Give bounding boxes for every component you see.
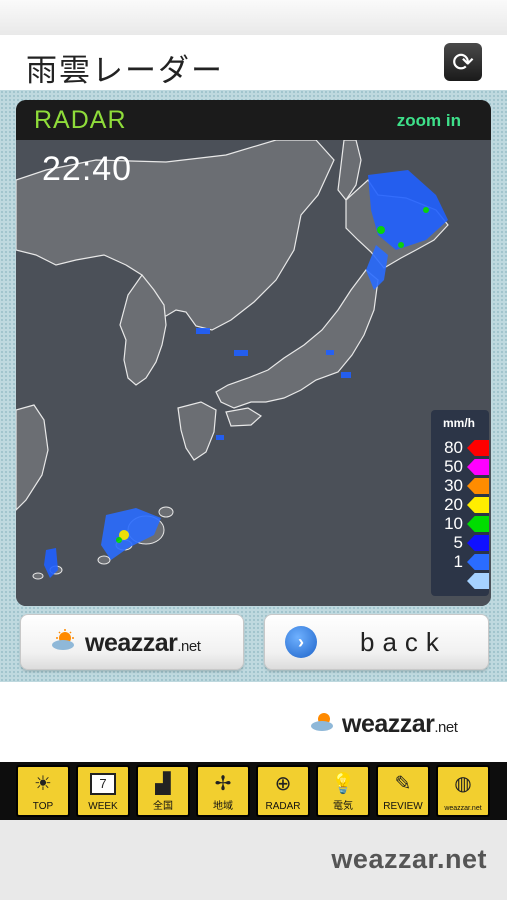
bulb-icon: 💡	[330, 773, 356, 795]
nav-item-review[interactable]: ✎ REVIEW	[376, 765, 430, 817]
legend-row: 30	[431, 476, 489, 496]
hokkaido-icon: ✢	[214, 773, 232, 795]
radar-toolbar: RADAR zoom in	[16, 100, 491, 140]
nav-label: RADAR	[265, 801, 301, 812]
status-strip	[0, 0, 507, 35]
footer-brand: weazzar	[342, 710, 435, 738]
footer-logo[interactable]: weazzar.net	[342, 710, 458, 739]
legend-value: 5	[453, 533, 463, 552]
legend-swatch	[467, 516, 489, 532]
legend-value: 20	[444, 495, 463, 514]
back-arrow-icon: ›	[285, 626, 317, 658]
legend-swatch	[467, 497, 489, 513]
refresh-button[interactable]: ⟳	[444, 43, 482, 81]
nav-label: TOP	[32, 801, 54, 812]
bottom-nav: ☀ TOP 7 WEEK ▟ 全国 ✢ 地域 ⊕ RADAR 💡 電気 ✎ REVIEW ◍ weazzar.…	[0, 762, 507, 820]
legend-row: 1	[431, 552, 489, 572]
nav-label: weazzar.net	[444, 805, 482, 812]
weazzar-suffix: .net	[177, 638, 201, 655]
refresh-icon: ⟳	[452, 46, 474, 77]
radar-map[interactable]	[16, 140, 491, 606]
bottom-bar: weazzar.net	[0, 820, 507, 900]
legend-swatch	[467, 459, 489, 475]
radar-label: RADAR	[34, 106, 127, 134]
nav-item-top[interactable]: ☀ TOP	[16, 765, 70, 817]
weazzar-logo: weazzar.net	[85, 629, 201, 658]
legend-row	[431, 571, 489, 591]
header: 雨雲レーダー ⟳	[0, 35, 507, 90]
legend-value: 30	[444, 476, 463, 495]
legend-swatch	[467, 573, 489, 589]
weazzar-logo-icon	[51, 629, 81, 651]
legend-value: 80	[444, 438, 463, 457]
legend-value: 1	[453, 552, 463, 571]
rain-legend: mm/h 80 50 30 20 10 5 1	[431, 410, 489, 596]
back-label: back	[360, 627, 447, 657]
footer-suffix: .net	[434, 719, 458, 736]
nav-item--[interactable]: 💡 電気	[316, 765, 370, 817]
weazzar-button[interactable]: weazzar.net	[20, 614, 244, 670]
nav-item-week[interactable]: 7 WEEK	[76, 765, 130, 817]
nav-label: 全国	[153, 801, 173, 812]
nav-item--[interactable]: ✢ 地域	[196, 765, 250, 817]
globe-icon: ◍	[454, 773, 472, 795]
legend-row: 5	[431, 533, 489, 553]
legend-row: 50	[431, 457, 489, 477]
nav-label: REVIEW	[383, 801, 423, 812]
footer-logo-area: weazzar.net	[0, 682, 507, 762]
page-title: 雨雲レーダー	[26, 53, 224, 89]
legend-unit: mm/h	[443, 416, 476, 430]
nav-item--[interactable]: ▟ 全国	[136, 765, 190, 817]
footer-logo-icon	[310, 710, 340, 737]
legend-swatch	[467, 554, 489, 570]
legend-row: 10	[431, 514, 489, 534]
legend-row: 20	[431, 495, 489, 515]
legend-swatch	[467, 440, 489, 456]
calendar-icon: 7	[78, 771, 128, 795]
nav-label: WEEK	[88, 801, 118, 812]
nav-label: 電気	[333, 801, 353, 812]
radar-icon: ⊕	[274, 773, 292, 795]
legend-swatch	[467, 478, 489, 494]
nav-item-weazzar-net[interactable]: ◍ weazzar.net	[436, 765, 490, 817]
bottom-logo: weazzar.net	[331, 844, 487, 874]
zoom-in-button[interactable]: zoom in	[397, 111, 461, 131]
legend-value: 50	[444, 457, 463, 476]
nav-label: 地域	[213, 801, 233, 812]
legend-value: 10	[444, 514, 463, 533]
radar-time: 22:40	[42, 150, 133, 188]
weazzar-brand: weazzar	[85, 629, 178, 657]
legend-row: 80	[431, 438, 489, 458]
back-button[interactable]: › back	[264, 614, 489, 670]
pencil-icon: ✎	[394, 773, 412, 795]
bars-icon: ▟	[155, 773, 171, 795]
nav-item-radar[interactable]: ⊕ RADAR	[256, 765, 310, 817]
radar-panel: RADAR zoom in 22:40 mm/h 80 50 30 20 10 …	[16, 100, 491, 606]
legend-swatch	[467, 535, 489, 551]
sun-icon: ☀	[34, 773, 52, 795]
week-badge: 7	[90, 773, 116, 795]
